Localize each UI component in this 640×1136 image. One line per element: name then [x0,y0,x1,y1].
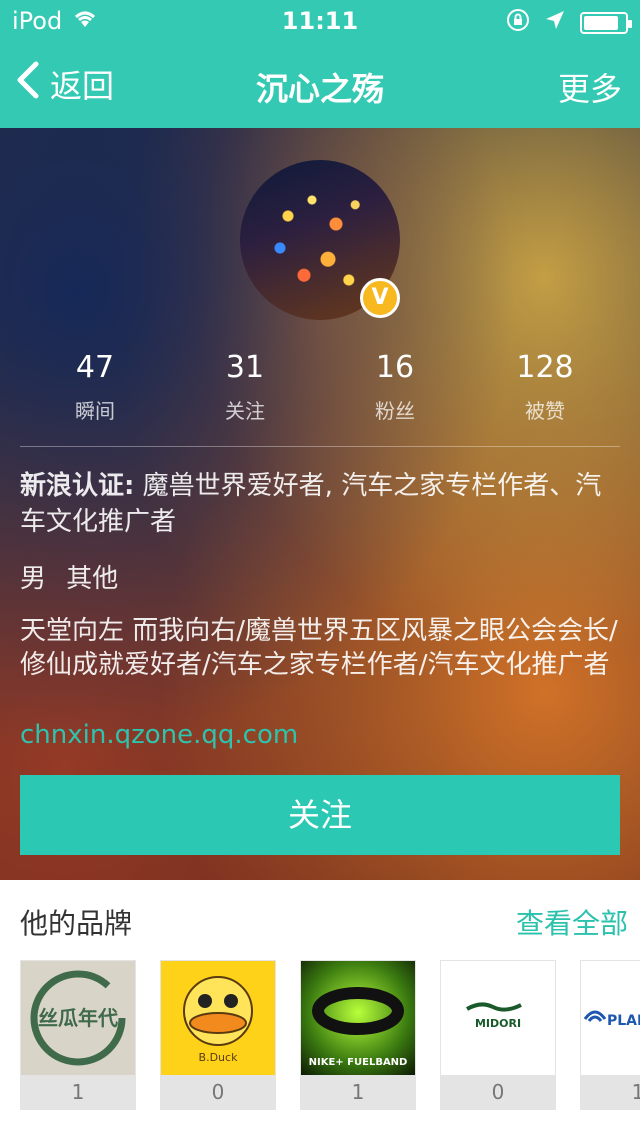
brand-count: 0 [441,1075,555,1109]
verified-badge: V [360,278,400,318]
certification-label: 新浪认证: [20,471,135,501]
back-label: 返回 [50,67,115,105]
bio: 天堂向左 而我向右/魔兽世界五区风暴之眼公会会长/修仙成就爱好者/汽车之家专栏作… [20,616,618,680]
location-arrow-icon [544,9,566,37]
stat-followers[interactable]: 16 粉丝 [320,350,470,424]
avatar-container[interactable]: V [240,160,400,320]
divider [20,446,620,447]
brand-logo: B.Duck [161,961,275,1075]
brand-count: 1 [581,1075,640,1109]
stat-label: 关注 [225,399,265,423]
stat-label: 粉丝 [375,399,415,423]
brand-logo-text: PLANT [607,1013,640,1029]
follow-button[interactable]: 关注 [20,775,620,855]
stat-value: 47 [75,350,115,385]
brands-title: 他的品牌 [20,907,133,940]
header: iPod 11:11 返回 沉心之殇 更多 [0,0,640,128]
profile-section: V 47 瞬间 31 关注 16 粉丝 128 被赞 新浪认证: 魔兽世界爱好者… [0,128,640,880]
battery-level [584,16,618,30]
back-button[interactable]: 返回 [14,60,114,108]
stat-label: 被赞 [525,399,565,423]
brand-logo: MIDORI [441,961,555,1075]
brand-card[interactable]: PLANT 1 [580,960,640,1110]
stats-row: 47 瞬间 31 关注 16 粉丝 128 被赞 [20,350,620,448]
brand-logo: NIKE+ FUELBAND [301,961,415,1075]
brand-card[interactable]: 丝瓜年代 1 [20,960,136,1110]
nav-bar: 返回 沉心之殇 更多 [0,40,640,128]
chevron-left-icon [14,60,40,108]
brand-card[interactable]: NIKE+ FUELBAND 1 [300,960,416,1110]
stat-value: 16 [375,350,415,385]
brand-count: 1 [21,1075,135,1109]
brand-count: 1 [301,1075,415,1109]
brand-card[interactable]: MIDORI 0 [440,960,556,1110]
brand-logo-text: 丝瓜年代 [38,1006,118,1030]
certification: 新浪认证: 魔兽世界爱好者, 汽车之家专栏作者、汽车文化推广者 [20,468,620,540]
lock-rotation-icon [506,8,530,38]
brand-logo: PLANT [581,961,640,1075]
brand-logo-text: B.Duck [199,1051,239,1064]
stat-following[interactable]: 31 关注 [170,350,320,424]
stat-value: 31 [225,350,265,385]
more-button[interactable]: 更多 [558,64,622,110]
stat-label: 瞬间 [75,399,115,423]
brand-list: 丝瓜年代 1 B.Duck 0 NIKE+ FUELBAND 1 MIDORI … [20,960,640,1110]
brand-card[interactable]: B.Duck 0 [160,960,276,1110]
battery-icon [580,12,632,34]
profile-url-link[interactable]: chnxin.qzone.qq.com [20,720,298,750]
gender-location: 男 其他 [20,564,119,594]
brand-logo: 丝瓜年代 [21,961,135,1075]
brand-count: 0 [161,1075,275,1109]
brands-section: 他的品牌 查看全部 丝瓜年代 1 B.Duck 0 NIKE+ FUELBAND… [0,880,640,1136]
status-bar: iPod 11:11 [0,0,640,40]
brand-logo-text: MIDORI [475,1017,521,1030]
stat-moments[interactable]: 47 瞬间 [20,350,170,424]
brand-logo-text: NIKE+ FUELBAND [309,1057,408,1068]
see-all-link[interactable]: 查看全部 [516,902,628,942]
stat-likes[interactable]: 128 被赞 [470,350,620,424]
stat-value: 128 [516,350,574,385]
